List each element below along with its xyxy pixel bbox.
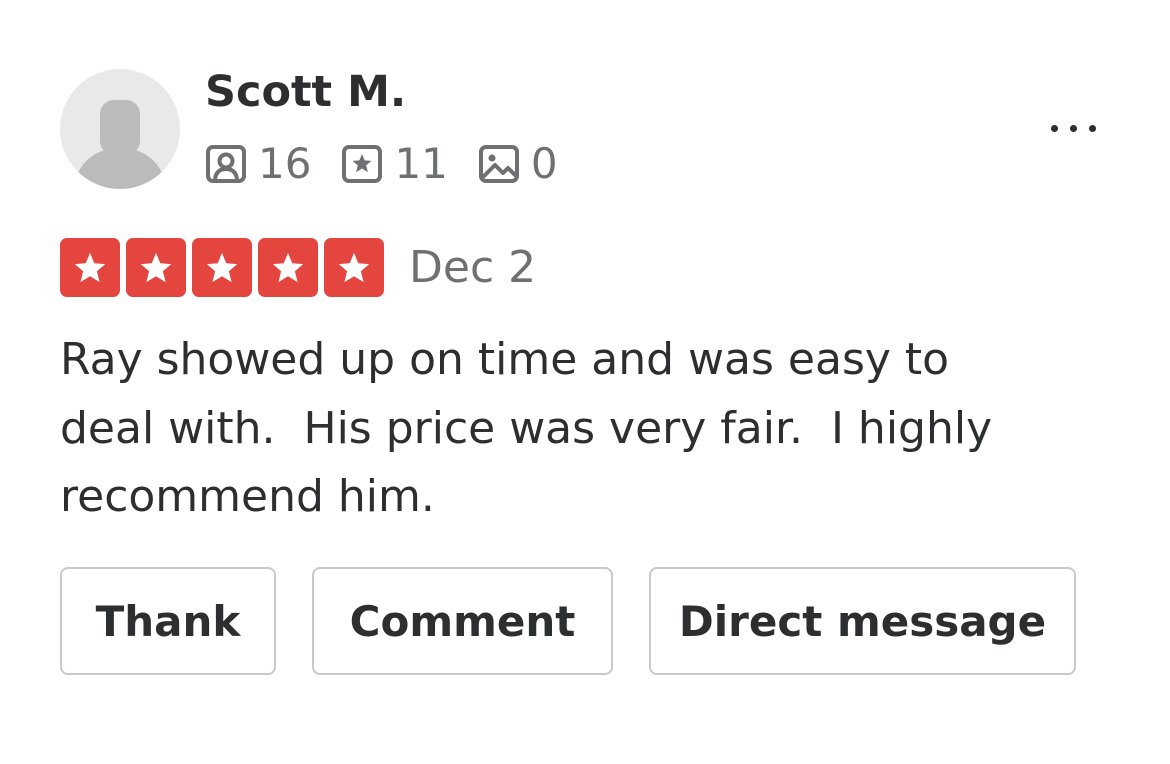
friends-count: 16 xyxy=(258,139,312,188)
comment-button[interactable]: Comment xyxy=(312,567,613,675)
review-text: Ray showed up on time and was easy to de… xyxy=(60,334,993,522)
reviewer-stats: 16 11 0 xyxy=(205,136,588,192)
photo-icon xyxy=(478,143,520,185)
more-options-dot xyxy=(1088,124,1096,132)
reviewer-name[interactable]: Scott M. xyxy=(205,64,406,120)
thank-button[interactable]: Thank xyxy=(60,567,276,675)
avatar[interactable] xyxy=(60,69,180,189)
reviews-stat: 11 xyxy=(341,136,448,192)
friends-icon xyxy=(205,143,247,185)
default-avatar-icon xyxy=(74,100,166,189)
reviews-count: 11 xyxy=(394,139,448,188)
more-options-dot xyxy=(1069,124,1077,132)
rating-star xyxy=(258,238,318,297)
rating-star xyxy=(192,238,252,297)
rating-star xyxy=(60,238,120,297)
rating-star xyxy=(324,238,384,297)
photos-count: 0 xyxy=(530,139,558,188)
friends-stat: 16 xyxy=(205,136,311,192)
rating-star xyxy=(126,238,186,297)
more-options-button[interactable] xyxy=(1032,108,1114,148)
more-options-icon xyxy=(1050,124,1058,132)
photos-stat: 0 xyxy=(478,136,558,192)
star-rating xyxy=(60,238,390,297)
review-date: Dec 2 xyxy=(409,242,537,293)
review-star-icon xyxy=(341,143,383,185)
direct-message-button[interactable]: Direct message xyxy=(649,567,1076,675)
